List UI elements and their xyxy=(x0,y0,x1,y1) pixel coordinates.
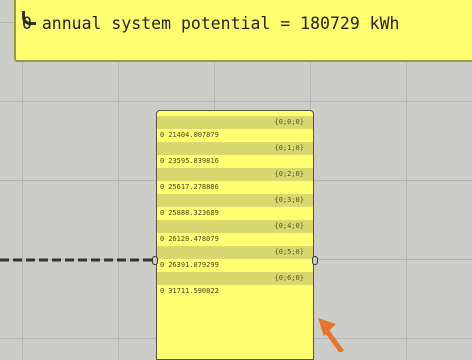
item-value: 21404.007879 xyxy=(168,131,219,139)
item-index: 0 xyxy=(160,209,165,217)
annual-potential-panel[interactable]: 0 annual system potential = 180729 kWh xyxy=(14,0,472,62)
annual-potential-text: 0 annual system potential = 180729 kWh xyxy=(22,14,400,33)
output-port[interactable] xyxy=(312,256,318,265)
item-index: 0 xyxy=(160,261,165,269)
list-item: 0 26120.478079 xyxy=(157,233,313,246)
item-value: 26120.478079 xyxy=(168,235,219,243)
list-item: 0 23595.839816 xyxy=(157,155,313,168)
item-value: 25888.323689 xyxy=(168,209,219,217)
dashed-wire xyxy=(0,253,165,267)
list-path-label: {0;4;0} xyxy=(157,220,313,233)
item-index: 0 xyxy=(160,157,165,165)
list-item: 0 25617.278886 xyxy=(157,181,313,194)
list-path-label: {0;6;0} xyxy=(157,272,313,285)
list-item: 0 31711.590822 xyxy=(157,285,313,298)
list-path-label: {0;0;0} xyxy=(157,116,313,129)
pointer-arrow-icon xyxy=(316,316,356,354)
item-value: 31711.590822 xyxy=(168,287,219,295)
item-value: 25617.278886 xyxy=(168,183,219,191)
item-value: 23595.839816 xyxy=(168,157,219,165)
data-list-panel[interactable]: {0;0;0} 0 21404.007879 {0;1;0} 0 23595.839… xyxy=(156,110,314,360)
item-index: 0 xyxy=(160,235,165,243)
list-item: 0 21404.007879 xyxy=(157,129,313,142)
list-path-label: {0;3;0} xyxy=(157,194,313,207)
list-path-label: {0;5;0} xyxy=(157,246,313,259)
item-index: 0 xyxy=(160,287,165,295)
list-item: 0 26391.079299 xyxy=(157,259,313,272)
item-index: 0 xyxy=(160,183,165,191)
item-index: 0 xyxy=(160,131,165,139)
input-port[interactable] xyxy=(152,256,158,265)
list-path-label: {0;2;0} xyxy=(157,168,313,181)
list-item: 0 25888.323689 xyxy=(157,207,313,220)
item-value: 26391.079299 xyxy=(168,261,219,269)
list-path-label: {0;1;0} xyxy=(157,142,313,155)
